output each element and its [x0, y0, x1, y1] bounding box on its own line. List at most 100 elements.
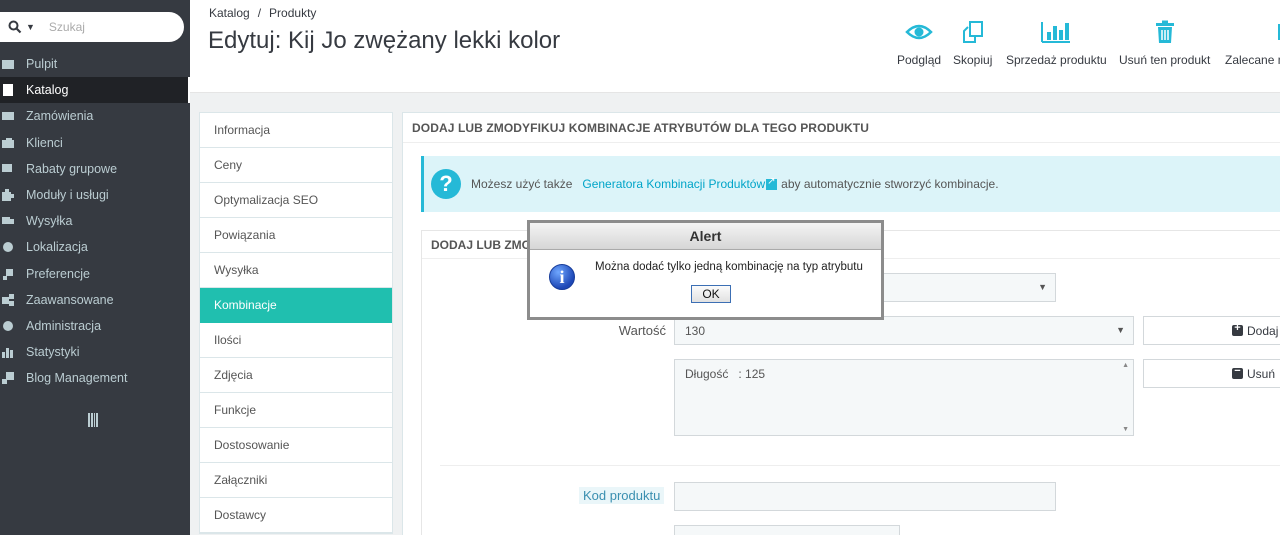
globe-icon: [2, 241, 14, 253]
tab-optymalizacja-seo[interactable]: Optymalizacja SEO: [200, 183, 392, 218]
external-link-icon: [766, 176, 778, 191]
scroll-up-icon[interactable]: ▲: [1122, 362, 1129, 369]
tab-powi-zania[interactable]: Powiązania: [200, 218, 392, 253]
tab-funkcje[interactable]: Funkcje: [200, 393, 392, 428]
eye-icon: [905, 24, 933, 40]
product-code-input[interactable]: [674, 482, 1056, 511]
search-input[interactable]: [48, 20, 159, 34]
combination-list[interactable]: Długość : 125 ▲ ▼: [674, 359, 1134, 436]
sidebar-item-preferencje[interactable]: Preferencje: [0, 261, 190, 287]
info-text-before: Możesz użyć także: [471, 177, 573, 191]
tab-dostosowanie[interactable]: Dostosowanie: [200, 428, 392, 463]
product-tabs: Informacja Ceny Optymalizacja SEO Powiązani…: [199, 112, 393, 534]
tab-za-czniki[interactable]: Załączniki: [200, 463, 392, 498]
generator-link[interactable]: Generatora Kombinacji Produktów: [582, 176, 778, 191]
sidebar-item-label: Preferencje: [26, 266, 90, 281]
generator-link-label: Generatora Kombinacji Produktów: [582, 177, 766, 191]
sidebar-item-label: Blog Management: [26, 371, 128, 386]
sidebar-item-lokalizacja[interactable]: Lokalizacja: [0, 234, 190, 260]
users-icon: [2, 137, 14, 149]
sidebar-item-statystyki[interactable]: Statystyki: [0, 339, 190, 365]
minus-icon: [1232, 365, 1243, 379]
tab-zdj-cia[interactable]: Zdjęcia: [200, 358, 392, 393]
sidebar-item-label: Pulpit: [26, 57, 58, 72]
info-alert: ? Możesz użyć także Generatora Kombinacj…: [421, 156, 1280, 212]
wartosc-label: Wartość: [618, 323, 666, 338]
partial-icon: [1278, 24, 1280, 40]
sidebar-item-wysy-ka[interactable]: Wysyłka: [0, 208, 190, 234]
delete-product-label: Usuń ten produkt: [1119, 53, 1211, 67]
sidebar-item-blog-management[interactable]: Blog Management: [0, 365, 190, 391]
sidebar-item-label: Zamówienia: [26, 109, 94, 124]
ok-button[interactable]: OK: [691, 285, 731, 303]
delete-product-button[interactable]: Usuń ten produkt: [1119, 20, 1210, 67]
alert-title: Alert: [530, 223, 881, 250]
truck-icon: [2, 215, 14, 227]
sidebar: ▼ Pulpit Katalog Zamówienia Klienci Rabaty g…: [0, 0, 190, 535]
secondary-input[interactable]: [674, 525, 900, 535]
tab-ilo-ci[interactable]: Ilości: [200, 323, 392, 358]
pencil-icon: [2, 372, 14, 385]
sidebar-item-administracja[interactable]: Administracja: [0, 313, 190, 339]
wrench-icon: [2, 268, 14, 280]
sidebar-item-label: Administracja: [26, 318, 102, 333]
product-code-label: Kod produktu: [579, 487, 665, 504]
alert-message: Można dodać tylko jedną kombinację na ty…: [595, 261, 863, 273]
collapse-sidebar-icon[interactable]: [88, 413, 98, 427]
credit-card-icon: [2, 110, 14, 122]
chevron-down-icon: ▼: [1038, 282, 1047, 292]
tab-wysy-ka[interactable]: Wysyłka: [200, 253, 392, 288]
copy-icon: [962, 21, 983, 43]
add-attribute-button[interactable]: Dodaj: [1143, 316, 1280, 345]
question-icon: ?: [431, 169, 461, 199]
sidebar-item-label: Klienci: [26, 135, 63, 150]
dashboard-icon: [2, 58, 14, 70]
preview-button[interactable]: Podgląd: [897, 20, 941, 67]
sidebar-item-modu-y-i-us-ugi[interactable]: Moduły i usługi: [0, 182, 190, 208]
recommended-button[interactable]: Zalecane m: [1225, 20, 1280, 67]
sidebar-item-zaawansowane[interactable]: Zaawansowane: [0, 287, 190, 313]
sidebar-nav: Pulpit Katalog Zamówienia Klienci Rabaty gru…: [0, 51, 190, 391]
chevron-down-icon[interactable]: ▼: [26, 22, 35, 32]
tab-kombinacje[interactable]: Kombinacje: [200, 288, 392, 323]
search-bar: ▼: [0, 12, 184, 42]
chevron-down-icon: ▼: [1116, 325, 1125, 335]
cogs-icon: [2, 293, 14, 306]
sidebar-item-pulpit[interactable]: Pulpit: [0, 51, 190, 77]
sidebar-item-label: Wysyłka: [26, 214, 73, 229]
sidebar-item-label: Rabaty grupowe: [26, 161, 118, 176]
value-select[interactable]: 130 ▼: [674, 316, 1134, 345]
combination-item: Długość : 125: [685, 367, 766, 381]
search-icon[interactable]: [8, 20, 22, 34]
copy-button[interactable]: Skopiuj: [953, 20, 992, 67]
bar-chart-icon: [2, 346, 14, 359]
sidebar-item-label: Statystyki: [26, 345, 80, 360]
plus-icon: [1232, 322, 1243, 336]
sidebar-item-label: Moduły i usługi: [26, 188, 109, 203]
sidebar-item-rabaty-grupowe[interactable]: Rabaty grupowe: [0, 156, 190, 182]
product-sales-button[interactable]: Sprzedaż produktu: [1006, 20, 1107, 67]
sidebar-item-katalog[interactable]: Katalog: [0, 77, 190, 104]
tab-informacja[interactable]: Informacja: [200, 113, 392, 148]
preview-label: Podgląd: [897, 53, 942, 67]
value-select-text: 130: [685, 323, 706, 338]
alert-dialog: Alert i Można dodać tylko jedną kombinac…: [527, 220, 884, 320]
sidebar-item-klienci[interactable]: Klienci: [0, 130, 190, 156]
puzzle-icon: [2, 189, 14, 202]
tab-ceny[interactable]: Ceny: [200, 148, 392, 183]
tags-icon: [2, 163, 14, 175]
breadcrumb-item-katalog[interactable]: Katalog: [209, 6, 250, 20]
tab-dostawcy[interactable]: Dostawcy: [200, 498, 392, 533]
copy-label: Skopiuj: [953, 53, 993, 67]
breadcrumb-item-produkty[interactable]: Produkty: [269, 6, 316, 20]
scroll-down-icon[interactable]: ▼: [1122, 426, 1129, 433]
remove-attribute-button[interactable]: Usuń: [1143, 359, 1280, 388]
panel-heading: DODAJ LUB ZMODYFIKUJ KOMBINACJE ATRYBUTÓ…: [403, 113, 1280, 143]
sidebar-item-label: Lokalizacja: [26, 240, 88, 255]
page-title: Edytuj: Kij Jo zwężany lekki kolor: [208, 27, 561, 54]
book-icon: [2, 84, 14, 97]
breadcrumb: Katalog / Produkty: [209, 6, 317, 20]
product-sales-label: Sprzedaż produktu: [1006, 53, 1107, 67]
sidebar-item-zam-wienia[interactable]: Zamówienia: [0, 103, 190, 129]
sidebar-item-label: Katalog: [26, 83, 69, 98]
